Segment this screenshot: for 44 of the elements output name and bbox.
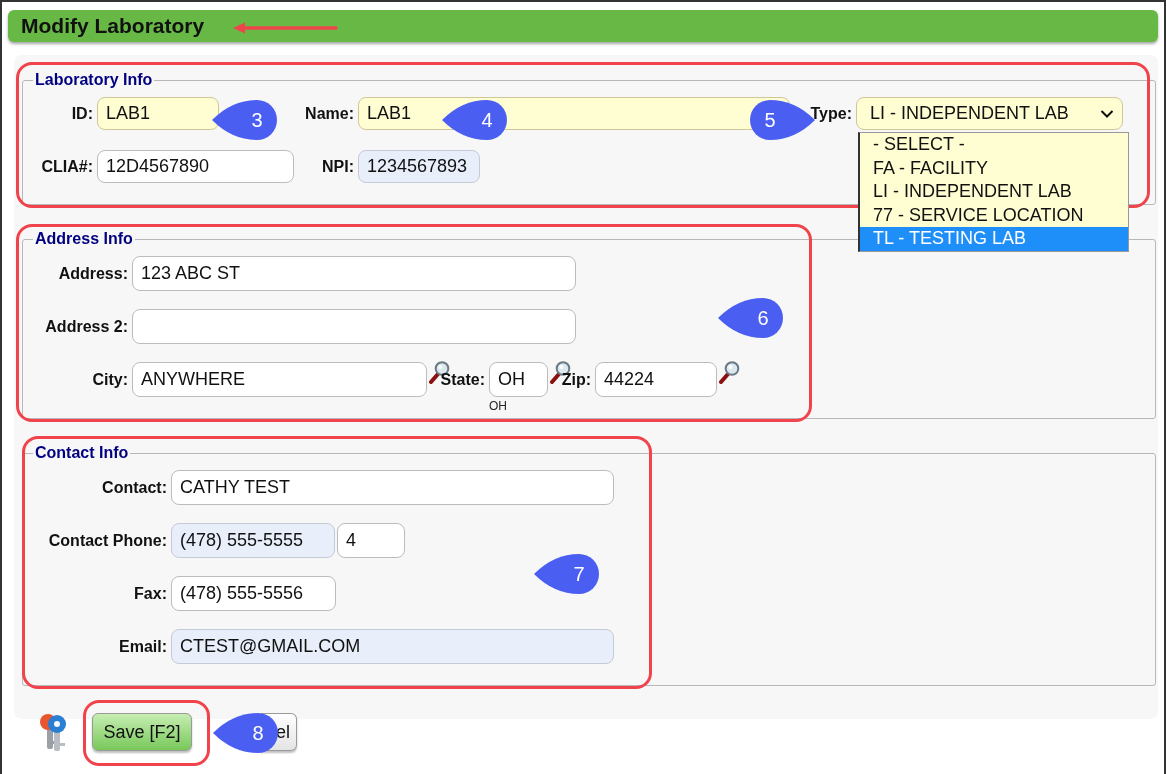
field-label: City: xyxy=(92,370,128,389)
field-label: Zip: xyxy=(561,370,591,389)
callout-tooltip: 7 xyxy=(534,554,599,594)
callout-tooltip: 4 xyxy=(442,100,507,140)
callout-tooltip: 6 xyxy=(718,298,783,338)
text-field[interactable]: CTEST@GMAIL.COM xyxy=(171,629,614,664)
field-hint: OH xyxy=(489,399,507,413)
text-field[interactable]: ANYWHERE xyxy=(132,362,427,397)
text-field[interactable]: 1234567893 xyxy=(358,150,480,183)
dropdown-option[interactable]: - SELECT - xyxy=(860,133,1128,157)
section-title: Laboratory Info xyxy=(34,71,154,89)
search-icon[interactable] xyxy=(717,360,740,384)
field-label: Name: xyxy=(305,104,354,123)
dropdown-option[interactable]: 77 - SERVICE LOCATION xyxy=(860,203,1128,227)
text-field[interactable]: 44224 xyxy=(595,362,717,397)
field-label: Address 2: xyxy=(45,317,128,336)
text-field[interactable] xyxy=(132,309,576,344)
text-field[interactable]: OH xyxy=(489,362,548,397)
field-label: ID: xyxy=(71,104,93,123)
section-title: Address Info xyxy=(34,230,134,248)
field-label: Type: xyxy=(810,104,852,123)
callout-tooltip: 3 xyxy=(212,100,277,140)
callout-tooltip: 8 xyxy=(213,713,278,753)
page-title: Modify Laboratory xyxy=(21,14,205,38)
save-button[interactable]: Save [F2] xyxy=(92,713,192,751)
text-field[interactable]: LAB1 xyxy=(97,97,219,130)
text-field[interactable]: (478) 555-5555 xyxy=(171,523,335,558)
field-label: NPI: xyxy=(322,157,354,176)
text-field[interactable]: 4 xyxy=(337,523,405,558)
text-field[interactable]: 123 ABC ST xyxy=(132,256,576,291)
field-label: State: xyxy=(440,370,485,389)
text-field[interactable]: (478) 555-5556 xyxy=(171,576,336,611)
field-label: Contact: xyxy=(102,478,167,497)
field-label: Contact Phone: xyxy=(48,531,167,550)
text-field[interactable]: CATHY TEST xyxy=(171,470,614,505)
field-label: Email: xyxy=(119,637,167,656)
field-label: Fax: xyxy=(134,584,167,603)
section-title: Contact Info xyxy=(34,444,130,462)
field-label: CLIA#: xyxy=(41,157,93,176)
dropdown-option[interactable]: LI - INDEPENDENT LAB xyxy=(860,180,1128,204)
chevron-icon xyxy=(1100,108,1114,119)
field-label: Address: xyxy=(58,264,128,283)
dropdown-option[interactable]: FA - FACILITY xyxy=(860,156,1128,180)
text-field[interactable]: 12D4567890 xyxy=(97,150,294,183)
